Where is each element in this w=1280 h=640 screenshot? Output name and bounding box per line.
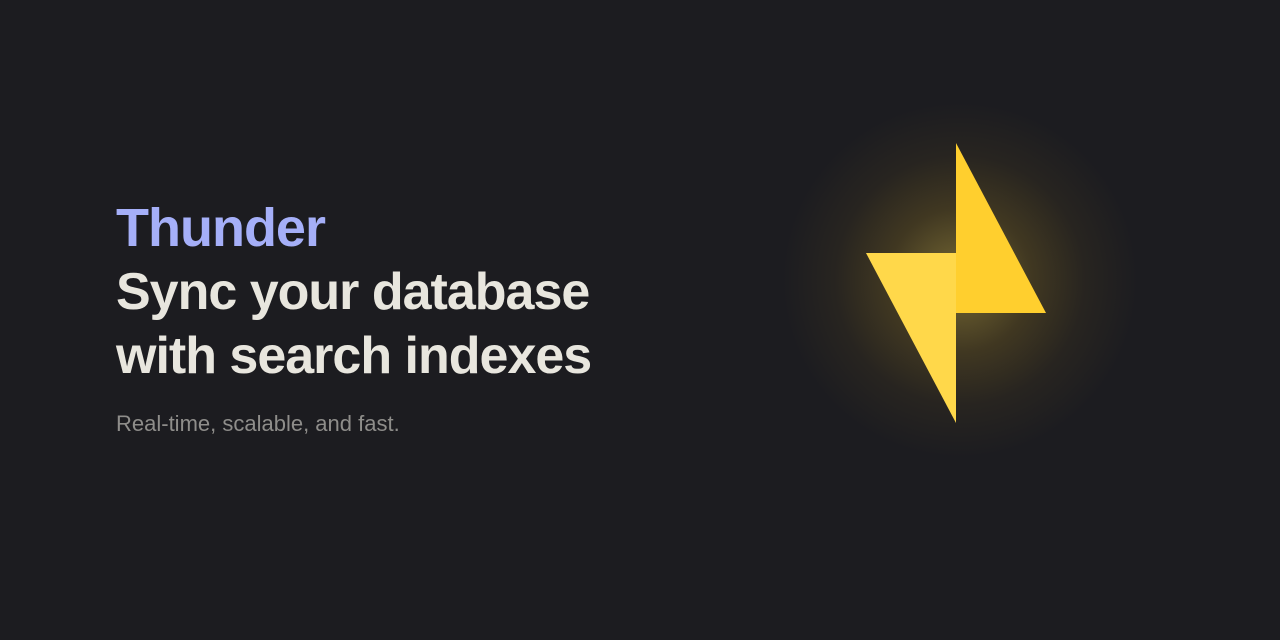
- brand-title: Thunder: [116, 198, 326, 258]
- headline-line-2: with search indexes: [116, 327, 592, 385]
- headline-line-1: Sync your database: [116, 263, 590, 321]
- tagline: Real-time, scalable, and fast.: [116, 411, 400, 436]
- lightning-logo: [760, 100, 1160, 500]
- hero-banner: Thunder Sync your database with search i…: [0, 0, 1280, 640]
- lightning-bolt-icon: [866, 143, 1046, 423]
- bolt-left-half: [866, 253, 956, 423]
- bolt-right-half: [956, 143, 1046, 313]
- hero-text: Thunder Sync your database with search i…: [116, 196, 736, 438]
